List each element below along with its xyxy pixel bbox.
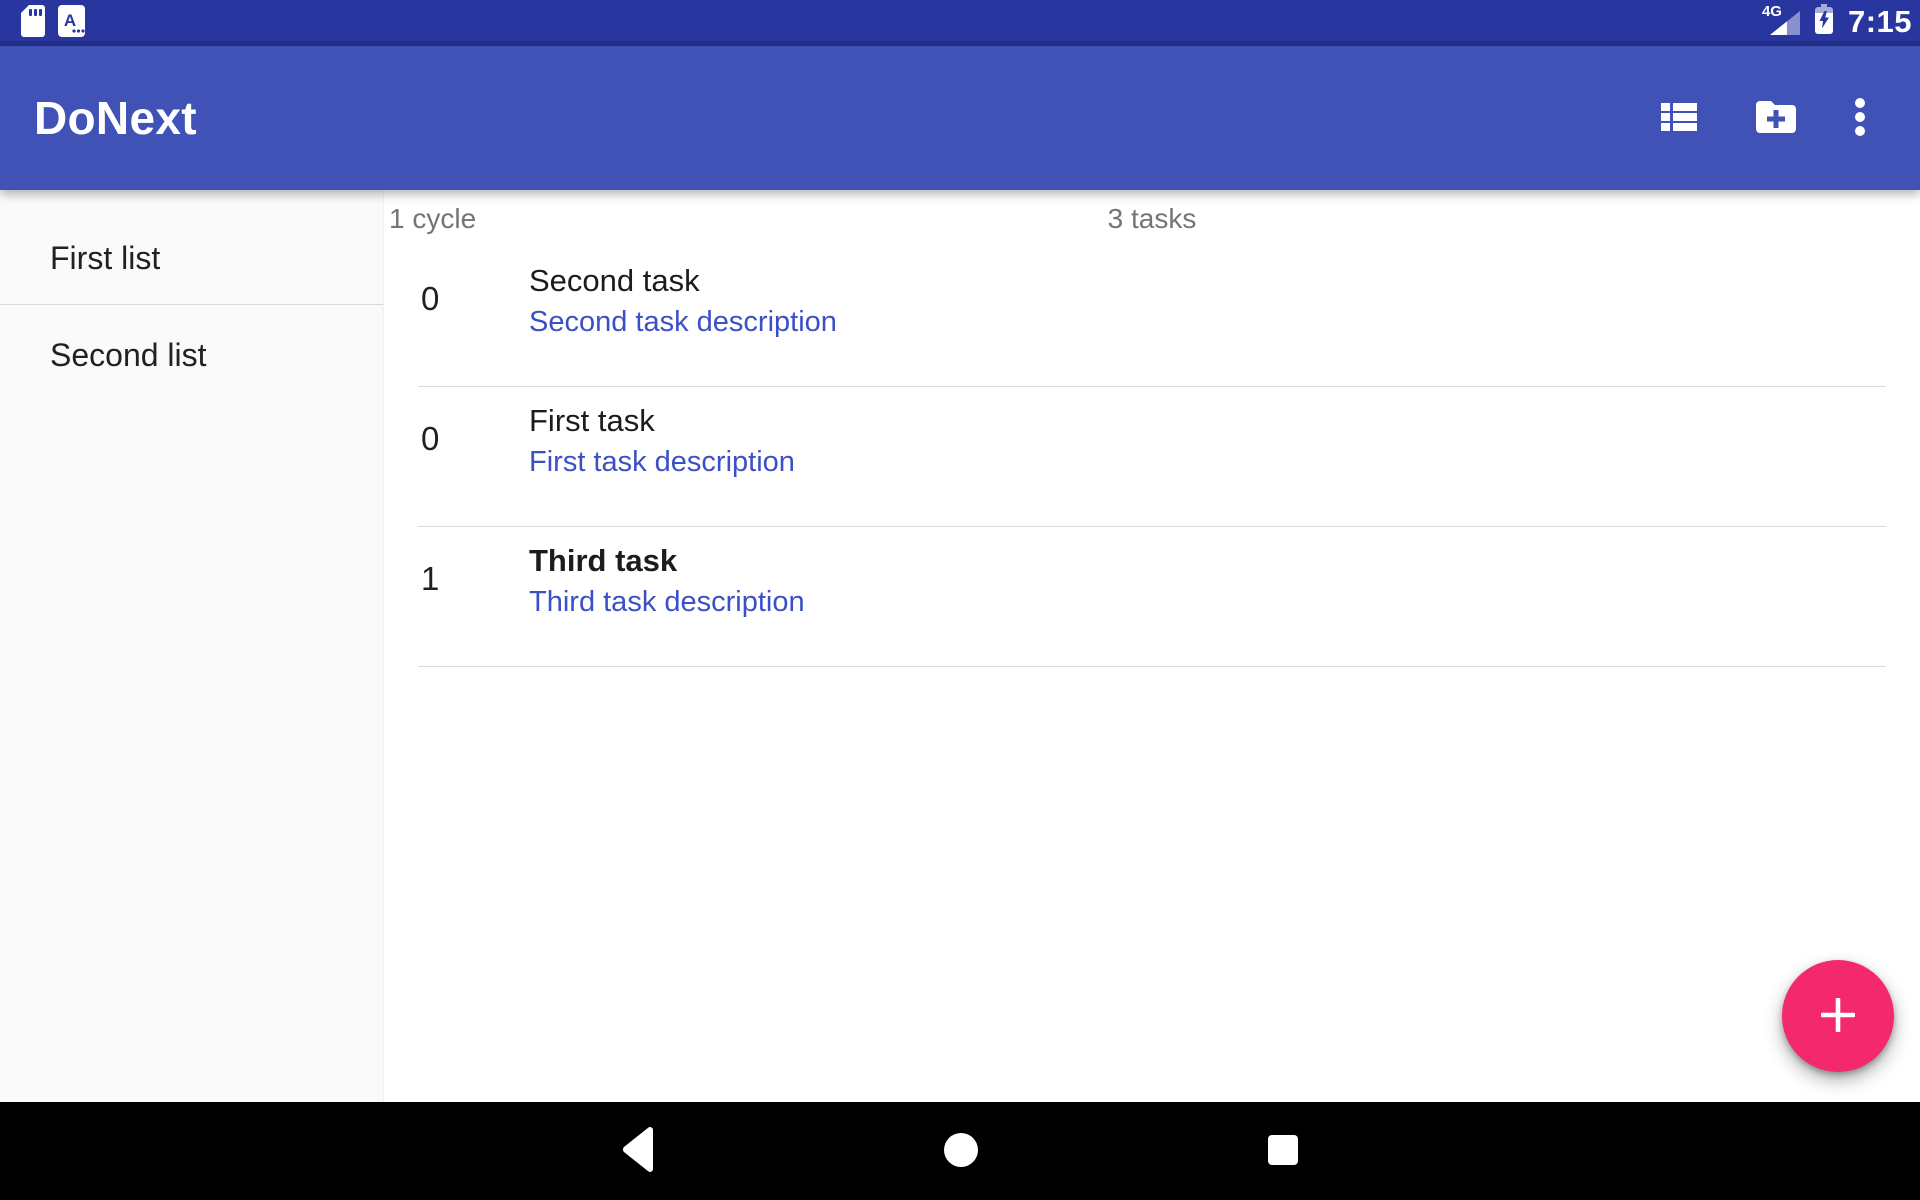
task-count-label: 3 tasks bbox=[384, 203, 1920, 235]
task-list: 0 Second task Second task description 0 … bbox=[384, 247, 1920, 667]
sidebar-item-second-list[interactable]: Second list bbox=[0, 305, 383, 405]
app-bar: DoNext bbox=[0, 46, 1920, 190]
task-cycle-count: 0 bbox=[418, 247, 529, 386]
task-row-second-task[interactable]: 0 Second task Second task description bbox=[418, 247, 1886, 387]
signal-strength-icon: 4G bbox=[1762, 5, 1800, 37]
task-description: Third task description bbox=[529, 581, 805, 623]
recents-button[interactable] bbox=[1223, 1102, 1343, 1200]
app-bar-actions bbox=[1661, 98, 1865, 139]
task-panel: 1 cycle 3 tasks 0 Second task Second tas… bbox=[384, 190, 1920, 1102]
overflow-menu-icon bbox=[1855, 98, 1865, 139]
navigation-bar bbox=[0, 1102, 1920, 1200]
task-text: First task First task description bbox=[529, 387, 795, 526]
status-bar-notifications: A bbox=[20, 5, 85, 42]
status-bar-system: 4G 7:15 bbox=[1762, 3, 1912, 44]
sidebar-item-first-list[interactable]: First list bbox=[0, 190, 383, 305]
add-list-button[interactable] bbox=[1756, 101, 1796, 136]
sidebar-item-label: First list bbox=[50, 240, 160, 277]
task-description: Second task description bbox=[529, 301, 837, 343]
list-icon bbox=[1661, 103, 1697, 134]
overflow-menu-button[interactable] bbox=[1855, 98, 1865, 139]
folder-plus-icon bbox=[1756, 101, 1796, 136]
status-bar: A 4G bbox=[0, 0, 1920, 46]
task-description: First task description bbox=[529, 441, 795, 483]
sd-card-icon bbox=[20, 5, 46, 42]
list-header: 1 cycle 3 tasks bbox=[384, 190, 1920, 247]
view-lists-button[interactable] bbox=[1661, 103, 1697, 134]
screen: A 4G bbox=[0, 0, 1920, 1200]
sidebar-item-label: Second list bbox=[50, 337, 207, 374]
task-title: Third task bbox=[529, 541, 805, 581]
sidebar: First list Second list bbox=[0, 190, 384, 1102]
task-cycle-count: 1 bbox=[418, 527, 529, 666]
back-icon bbox=[622, 1127, 653, 1175]
home-icon bbox=[944, 1133, 978, 1170]
keyboard-a-notification-icon: A bbox=[58, 5, 85, 42]
task-cycle-count: 0 bbox=[418, 387, 529, 526]
task-text: Third task Third task description bbox=[529, 527, 805, 666]
back-button[interactable] bbox=[577, 1102, 697, 1200]
clock: 7:15 bbox=[1848, 6, 1912, 37]
page-title: DoNext bbox=[34, 91, 1661, 145]
add-task-fab[interactable] bbox=[1782, 960, 1894, 1072]
svg-text:A: A bbox=[64, 11, 76, 30]
body-area: First list Second list 1 cycle 3 tasks 0… bbox=[0, 190, 1920, 1102]
task-row-first-task[interactable]: 0 First task First task description bbox=[418, 387, 1886, 527]
task-row-third-task[interactable]: 1 Third task Third task description bbox=[418, 527, 1886, 667]
recents-icon bbox=[1268, 1135, 1298, 1168]
home-button[interactable] bbox=[901, 1102, 1021, 1200]
task-title: Second task bbox=[529, 261, 837, 301]
task-title: First task bbox=[529, 401, 795, 441]
task-text: Second task Second task description bbox=[529, 247, 837, 386]
battery-charging-icon bbox=[1814, 3, 1834, 40]
plus-icon bbox=[1821, 998, 1855, 1035]
